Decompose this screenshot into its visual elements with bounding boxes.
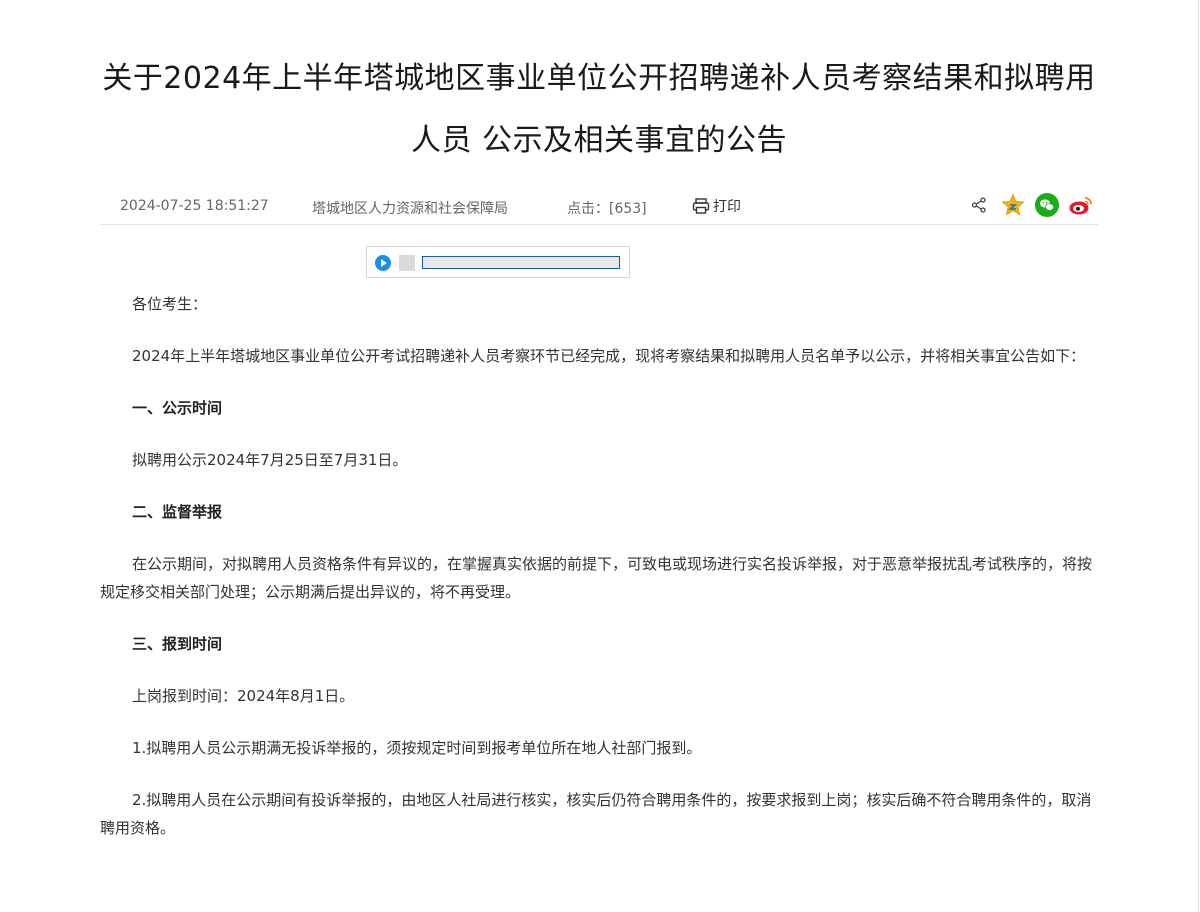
list-item: 1.拟聘用人员公示期满无投诉举报的，须按规定时间到报考单位所在地人社部门报到。 [132,739,702,757]
article-body: 各位考生： 2024年上半年塔城地区事业单位公开考试招聘递补人员考察环节已经完成… [100,290,1098,866]
audio-progress-bar[interactable] [422,256,620,269]
title-line-2: 人员 公示及相关事宜的公告 [410,123,788,158]
section-heading: 一、公示时间 [132,399,223,417]
favorite-star-icon[interactable] [1000,192,1026,218]
list-item: 2.拟聘用人员在公示期间有投诉举报的，由地区人社局进行核实，核实后仍符合聘用条件… [100,791,1092,837]
article-title: 关于2024年上半年塔城地区事业单位公开招聘递补人员考察结果和拟聘用 人员 公示… [100,0,1098,172]
weibo-icon[interactable] [1068,192,1094,218]
salutation: 各位考生： [132,295,208,313]
intro-paragraph: 2024年上半年塔城地区事业单位公开考试招聘递补人员考察环节已经完成，现将考察结… [132,347,1086,365]
volume-icon[interactable] [399,255,415,271]
article-meta: 2024-07-25 18:51:27 塔城地区人力资源和社会保障局 点击：[6… [100,184,1098,225]
audio-player [366,246,630,278]
section-heading: 二、监督举报 [132,503,223,521]
print-label: 打印 [713,199,741,215]
share-icon[interactable] [966,192,992,218]
paragraph: 在公示期间，对拟聘用人员资格条件有异议的，在掌握真实依据的前提下，可致电或现场进… [100,555,1093,601]
publish-date: 2024-07-25 18:51:27 [120,198,269,214]
hit-count: 点击：[653] [567,201,647,217]
title-line-1: 关于2024年上半年塔城地区事业单位公开招聘递补人员考察结果和拟聘用 [102,61,1096,96]
paragraph: 拟聘用公示2024年7月25日至7月31日。 [132,451,408,469]
article: 关于2024年上半年塔城地区事业单位公开招聘递补人员考察结果和拟聘用 人员 公示… [100,0,1098,225]
printer-icon [692,198,710,214]
right-border [1198,0,1199,912]
wechat-icon[interactable] [1034,192,1060,218]
play-icon[interactable] [375,255,391,271]
paragraph: 上岗报到时间：2024年8月1日。 [132,687,355,705]
print-button[interactable]: 打印 [692,196,741,216]
share-bar [966,192,1094,218]
publish-source: 塔城地区人力资源和社会保障局 [312,201,508,217]
section-heading: 三、报到时间 [132,635,223,653]
